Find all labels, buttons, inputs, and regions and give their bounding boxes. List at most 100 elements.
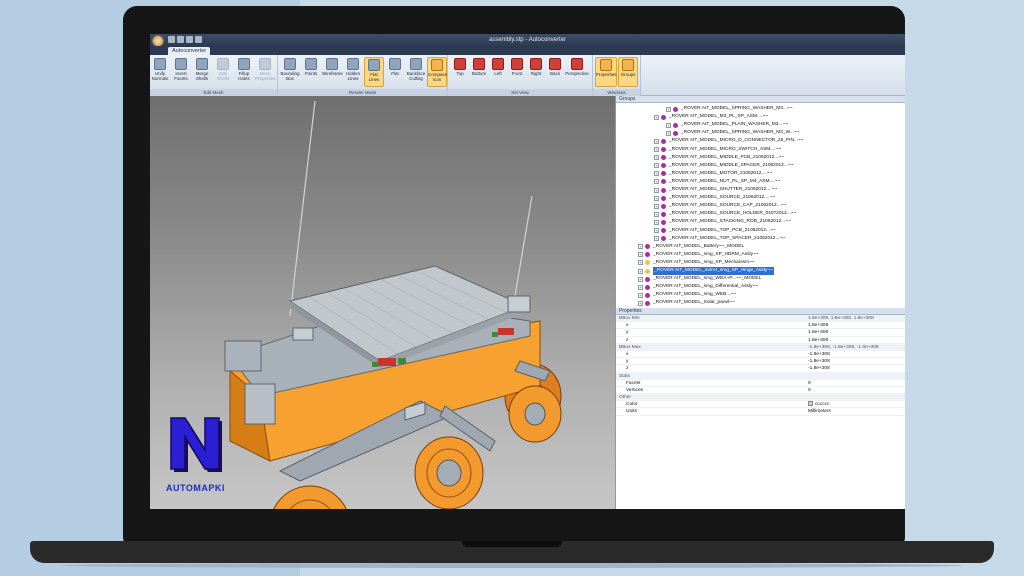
expand-icon[interactable]: +	[654, 138, 659, 144]
points-button[interactable]: Points	[301, 57, 321, 87]
groups-tree[interactable]: + _ROVER AIT_MODEL_SPRING_WASHER_M3...~~ +…	[616, 103, 905, 308]
view-left-button[interactable]: Left	[488, 57, 508, 87]
part-icon	[661, 195, 666, 201]
tree-item[interactable]: + _ROVER AIT_MODEL_TOP_SPACER_21062012...…	[654, 235, 785, 243]
tree-item[interactable]: + _ROVER AIT_MODEL_Solar_panel~~	[638, 299, 735, 307]
view-bottom-button[interactable]: Bottom	[469, 57, 489, 87]
expand-icon[interactable]: +	[654, 195, 659, 201]
expand-icon[interactable]: +	[638, 276, 643, 282]
property-row[interactable]: x -1.8e+308	[616, 351, 905, 359]
groups-window-button[interactable]: Groups	[618, 57, 638, 87]
expand-icon[interactable]: +	[654, 211, 659, 217]
property-row[interactable]: x 1.8e+308	[616, 322, 905, 330]
property-row[interactable]: z 1.8e+308	[616, 337, 905, 344]
expand-icon[interactable]: +	[654, 219, 659, 225]
property-value-text: 1.8e+308	[808, 323, 829, 329]
tree-item[interactable]: + _ROVER AIT_MODEL_smg_WDA~P...~~_MODEL	[638, 275, 761, 283]
property-row[interactable]: Units Millimeters	[616, 408, 905, 416]
expand-icon[interactable]: +	[654, 236, 659, 242]
tree-item[interactable]: + _ROVER AIT_MODEL_smg_Differential_Assly…	[638, 283, 758, 291]
part-icon	[661, 155, 666, 161]
tree-item[interactable]: + _ROVER AIT_MODEL_NUT_PL_SP_M4_ASM....~~	[654, 178, 780, 186]
view-top-button[interactable]: Top	[450, 57, 470, 87]
expand-icon[interactable]: +	[654, 171, 659, 177]
expand-icon[interactable]: +	[638, 252, 643, 258]
color-swatch[interactable]	[808, 401, 813, 407]
group-label-windows: Windows	[593, 89, 640, 96]
tab-autoconverter[interactable]: Autoconverter	[168, 47, 211, 55]
property-row[interactable]: y -1.8e+308	[616, 358, 905, 366]
properties-window-button[interactable]: Properties	[595, 57, 617, 87]
tree-item[interactable]: + _ROVER AIT_MODEL_SPRING_WASHER_M3_W...~…	[666, 129, 799, 137]
hidden-lines-button[interactable]: Hidden Lines	[343, 57, 363, 87]
expand-icon[interactable]: +	[654, 179, 659, 185]
expand-icon[interactable]: +	[654, 203, 659, 209]
expand-icon[interactable]: +	[638, 260, 643, 266]
tree-item[interactable]: + _ROVER AIT_MODEL_SOURCE_CAP_21062012...…	[654, 202, 786, 210]
view-back-button[interactable]: Back	[545, 57, 565, 87]
tree-item-label: _ROVER AIT_MODEL_SHUTTER_21062012....~~	[669, 187, 778, 192]
properties-grid[interactable]: BBox Min 1.8e+308, 1.8e+308, 1.8e+308 x 1.8…	[616, 315, 905, 416]
backface-culling-button[interactable]: Backface Culling	[406, 57, 426, 87]
split-shells-button[interactable]: Split Shells	[213, 57, 233, 87]
tree-item[interactable]: + _ROVER AIT_MODEL_PLAIN_WASHER_M3...~~	[666, 121, 788, 129]
tree-item[interactable]: + _ROVER AIT_MODEL_TOP_PCB_21062012...~~	[654, 227, 776, 235]
tree-item[interactable]: + _ROVER AIT_MODEL_MIDDLE_PCB_21062012...…	[654, 154, 784, 162]
expand-icon[interactable]: +	[638, 292, 643, 298]
property-row[interactable]: Color cccccc	[616, 401, 905, 409]
property-category[interactable]: BBox Min 1.8e+308, 1.8e+308, 1.8e+308	[616, 315, 905, 323]
expand-icon[interactable]: +	[654, 163, 659, 169]
flat-lines-button[interactable]: Flat Lines	[364, 57, 384, 87]
expand-icon[interactable]: +	[638, 300, 643, 306]
expand-icon[interactable]: +	[654, 228, 659, 233]
automapki-logo	[170, 417, 222, 472]
property-category[interactable]: Stats	[616, 372, 905, 380]
wireframe-button[interactable]: Wireframe	[322, 57, 343, 87]
tree-item[interactable]: + _ROVER AIT_MODEL_MICRO_SWITCH_ASM....~~	[654, 146, 781, 154]
expand-icon[interactable]: +	[654, 187, 659, 193]
tree-item-label: _ROVER AIT_MODEL_NUT_PL_SP_M4_ASM....~~	[669, 178, 781, 184]
tree-item[interactable]: + _ROVER AIT_MODEL_MOTOR_21062012....~~	[654, 170, 772, 178]
expand-icon[interactable]: +	[666, 122, 671, 128]
merge-shells-button[interactable]: Merge Shells	[192, 57, 212, 87]
tree-item[interactable]: + _ROVER AIT_MODEL_smg_WEB...~~	[638, 291, 736, 299]
tree-item[interactable]: + _ROVER AIT_MODEL_STACKING_ROD_21062012.…	[654, 218, 791, 226]
tree-item[interactable]: + _ROVER AIT_MODEL_SOURCE_HOLDER_04072012…	[654, 210, 796, 218]
expand-icon[interactable]: +	[654, 147, 659, 152]
compass-icon-button[interactable]: Compass Icon	[427, 57, 447, 87]
expand-icon[interactable]: +	[666, 130, 671, 136]
bounding-box-button[interactable]: Bounding Box	[280, 57, 300, 87]
expand-icon[interactable]: +	[654, 114, 659, 120]
expand-icon[interactable]: +	[654, 155, 659, 161]
flat-button[interactable]: Flat	[385, 57, 405, 87]
tree-item[interactable]: + _ROVER AIT_MODEL_SHUTTER_21062012....~~	[654, 186, 777, 194]
perspective-button[interactable]: Perspective	[564, 57, 590, 87]
tree-item[interactable]: + _ROVER AIT_MODEL_Battery~~_MODEL	[638, 243, 744, 251]
view-right-button[interactable]: Right	[526, 57, 546, 87]
view-front-button[interactable]: Front	[507, 57, 527, 87]
property-category[interactable]: BBox Max -1.8e+308, -1.8e+308, -1.8e+308	[616, 343, 905, 351]
expand-icon[interactable]: +	[638, 284, 643, 290]
property-category[interactable]: Other	[616, 394, 905, 402]
tree-item[interactable]: + _ROVER AIT_MODEL_mirror_smg_SP_Hinge_As…	[638, 267, 774, 275]
tree-item[interactable]: + _ROVER AIT_MODEL_SOURCE_21062012....~~	[654, 194, 775, 202]
tree-item[interactable]: + _ROVER AIT_MODEL_MIDDLE_SPACER_21062012…	[654, 162, 793, 170]
hidden-lines-icon	[347, 58, 359, 70]
invert-facets-button[interactable]: Invert Facets	[171, 57, 191, 87]
property-row[interactable]: z -1.8e+308	[616, 365, 905, 373]
tree-item[interactable]: + _ROVER AIT_MODEL_MICRO_D_CONNECTOR_25_P…	[654, 137, 804, 145]
property-row[interactable]: Facets 0	[616, 380, 905, 387]
property-row[interactable]: y 1.8e+308	[616, 329, 905, 337]
expand-icon[interactable]: +	[666, 106, 671, 112]
part-icon	[645, 252, 650, 258]
tree-item[interactable]: + _ROVER AIT_MODEL_smg_SP_Mechanism~~	[638, 259, 755, 267]
tree-item[interactable]: + _ROVER AIT_MODEL_smg_SP_HDRM_Assly~~	[638, 251, 759, 259]
tree-item[interactable]: + _ROVER AIT_MODEL_M3_PL_SP_ASM....~~	[654, 113, 768, 121]
unify-normals-button[interactable]: Unify Normals	[150, 57, 170, 87]
fillup-holes-button[interactable]: Fillup Holes	[234, 57, 254, 87]
expand-icon[interactable]: +	[638, 244, 643, 250]
mesh-properties-button[interactable]: Mesh Properties	[255, 57, 276, 87]
expand-icon[interactable]: +	[638, 268, 643, 274]
tree-item[interactable]: + _ROVER AIT_MODEL_SPRING_WASHER_M3...~~	[666, 105, 793, 113]
property-row[interactable]: Vertices 0	[616, 387, 905, 395]
